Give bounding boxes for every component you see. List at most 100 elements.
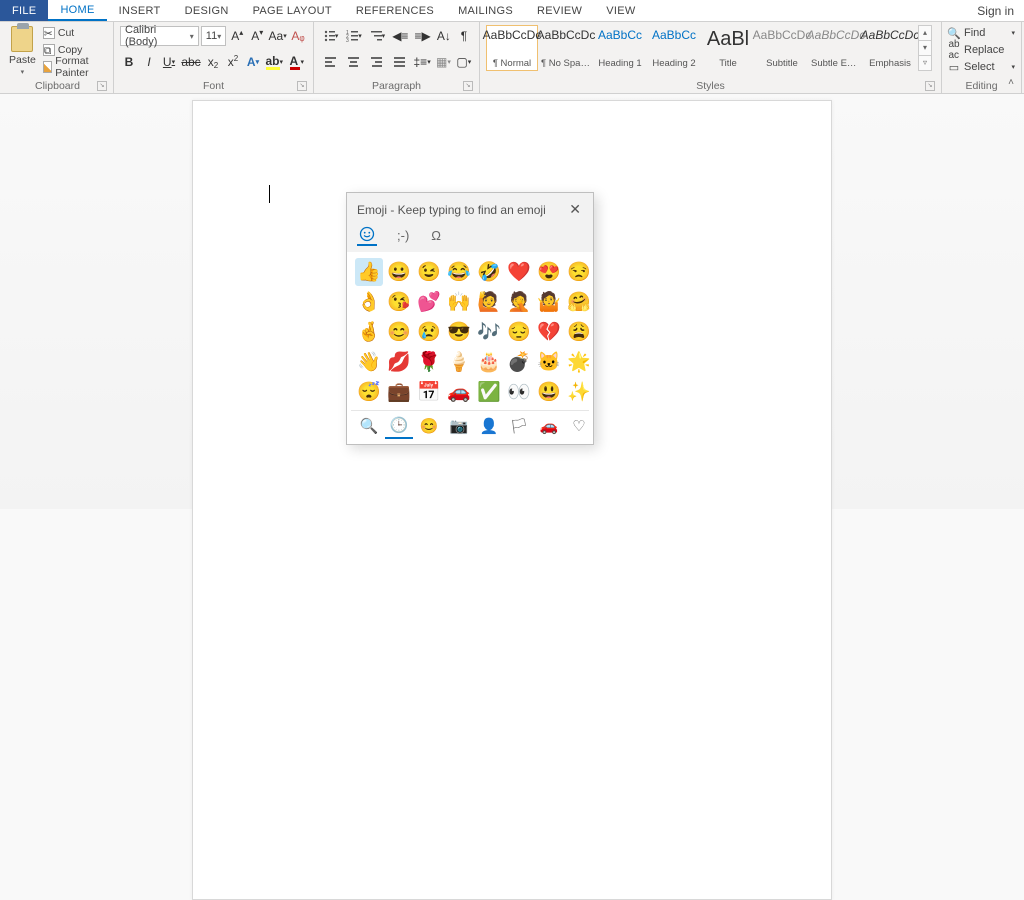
emoji-category[interactable]: 😊 xyxy=(415,413,443,439)
bullets-button[interactable]: ▾ xyxy=(320,26,341,46)
cut-button[interactable]: ✂ Cut xyxy=(43,25,107,41)
emoji-item[interactable]: 💔 xyxy=(535,318,563,346)
superscript-button[interactable]: x2 xyxy=(224,52,242,72)
format-painter-button[interactable]: Format Painter xyxy=(43,59,107,75)
emoji-item[interactable]: 😀 xyxy=(385,258,413,286)
style-item[interactable]: AaBbCcHeading 2 xyxy=(648,25,700,71)
emoji-item[interactable]: 👀 xyxy=(505,378,533,406)
tab-page-layout[interactable]: PAGE LAYOUT xyxy=(241,0,344,21)
styles-dialog-launcher[interactable]: ↘ xyxy=(925,81,935,91)
italic-button[interactable]: I xyxy=(140,52,158,72)
emoji-item[interactable]: 😩 xyxy=(565,318,593,346)
align-right[interactable] xyxy=(366,52,387,72)
emoji-item[interactable]: 🌟 xyxy=(565,348,593,376)
clipboard-dialog-launcher[interactable]: ↘ xyxy=(97,81,107,91)
line-spacing[interactable]: ‡≡▾ xyxy=(412,52,432,72)
emoji-item[interactable]: 😂 xyxy=(445,258,473,286)
emoji-category[interactable]: 👤 xyxy=(475,413,503,439)
align-center[interactable] xyxy=(343,52,364,72)
highlight-color[interactable]: ab▾ xyxy=(264,52,284,72)
emoji-tab-symbols[interactable]: Ω xyxy=(429,224,443,246)
emoji-item[interactable]: 😃 xyxy=(535,378,563,406)
underline-button[interactable]: U▾ xyxy=(160,52,178,72)
numbering-button[interactable]: 123▾ xyxy=(343,26,364,46)
text-effects[interactable]: A▾ xyxy=(244,52,262,72)
tab-design[interactable]: DESIGN xyxy=(173,0,241,21)
emoji-item[interactable]: ❤️ xyxy=(505,258,533,286)
close-icon[interactable]: ✕ xyxy=(565,199,585,220)
tab-file[interactable]: FILE xyxy=(0,0,48,21)
subscript-button[interactable]: x2 xyxy=(204,52,222,72)
emoji-item[interactable]: 🚗 xyxy=(445,378,473,406)
sign-in[interactable]: Sign in xyxy=(967,0,1024,21)
style-item[interactable]: AaBbCcDc¶ No Spac… xyxy=(540,25,592,71)
select-button[interactable]: ▭ Select ▾ xyxy=(948,59,1015,75)
emoji-item[interactable]: 😊 xyxy=(385,318,413,346)
emoji-item[interactable]: 🎂 xyxy=(475,348,503,376)
style-item[interactable]: AaBlTitle xyxy=(702,25,754,71)
style-item[interactable]: AaBbCcDc¶ Normal xyxy=(486,25,538,71)
emoji-item[interactable]: 😴 xyxy=(355,378,383,406)
emoji-category[interactable]: 🚗 xyxy=(535,413,563,439)
emoji-item[interactable]: 😉 xyxy=(415,258,443,286)
increase-indent[interactable]: ≡▶ xyxy=(412,26,432,46)
emoji-item[interactable]: 👋 xyxy=(355,348,383,376)
paste-button[interactable]: Paste ▾ xyxy=(8,25,37,77)
font-dialog-launcher[interactable]: ↘ xyxy=(297,81,307,91)
emoji-category[interactable]: ♡ xyxy=(565,413,593,439)
emoji-item[interactable]: 🌹 xyxy=(415,348,443,376)
emoji-item[interactable]: 🤦 xyxy=(505,288,533,316)
emoji-item[interactable]: 🐱 xyxy=(535,348,563,376)
tab-insert[interactable]: INSERT xyxy=(107,0,173,21)
sort-button[interactable]: A↓ xyxy=(435,26,453,46)
emoji-item[interactable]: 👌 xyxy=(355,288,383,316)
emoji-item[interactable]: 👍 xyxy=(355,258,383,286)
clear-formatting[interactable]: Aᵩ xyxy=(289,26,307,46)
emoji-item[interactable]: 🙋 xyxy=(475,288,503,316)
emoji-item[interactable]: 💋 xyxy=(385,348,413,376)
strikethrough-button[interactable]: abc xyxy=(180,52,202,72)
emoji-item[interactable]: 🤞 xyxy=(355,318,383,346)
emoji-item[interactable]: 🤣 xyxy=(475,258,503,286)
emoji-category[interactable]: 🔍 xyxy=(355,413,383,439)
emoji-item[interactable]: 🍦 xyxy=(445,348,473,376)
emoji-item[interactable]: 💕 xyxy=(415,288,443,316)
emoji-item[interactable]: 😔 xyxy=(505,318,533,346)
emoji-item[interactable]: 📅 xyxy=(415,378,443,406)
emoji-tab-kaomoji[interactable]: ;-) xyxy=(395,224,411,246)
font-name-combo[interactable]: Calibri (Body) ▾ xyxy=(120,26,199,46)
emoji-category[interactable]: 🕒 xyxy=(385,413,413,439)
emoji-item[interactable]: ✨ xyxy=(565,378,593,406)
tab-review[interactable]: REVIEW xyxy=(525,0,594,21)
tab-mailings[interactable]: MAILINGS xyxy=(446,0,525,21)
emoji-item[interactable]: ✅ xyxy=(475,378,503,406)
emoji-item[interactable]: 😘 xyxy=(385,288,413,316)
tab-view[interactable]: VIEW xyxy=(594,0,647,21)
decrease-indent[interactable]: ◀≡ xyxy=(390,26,410,46)
paragraph-dialog-launcher[interactable]: ↘ xyxy=(463,81,473,91)
tab-references[interactable]: REFERENCES xyxy=(344,0,446,21)
change-case[interactable]: Aa▾ xyxy=(268,26,287,46)
styles-scroll[interactable]: ▴▾▿ xyxy=(918,25,932,71)
emoji-item[interactable]: 😒 xyxy=(565,258,593,286)
emoji-item[interactable]: 🤗 xyxy=(565,288,593,316)
emoji-category[interactable]: 🏳 xyxy=(505,413,533,439)
decrease-font-size[interactable]: A▾ xyxy=(248,26,266,46)
show-marks-button[interactable]: ¶ xyxy=(455,26,473,46)
tab-home[interactable]: HOME xyxy=(48,0,106,21)
style-item[interactable]: AaBbCcDcEmphasis xyxy=(864,25,916,71)
emoji-item[interactable]: 💼 xyxy=(385,378,413,406)
bold-button[interactable]: B xyxy=(120,52,138,72)
borders-button[interactable]: ▢▾ xyxy=(455,52,473,72)
emoji-category[interactable]: 📷 xyxy=(445,413,473,439)
shading-button[interactable]: ▦▾ xyxy=(434,52,452,72)
increase-font-size[interactable]: A▴ xyxy=(228,26,246,46)
emoji-tab-emoji[interactable] xyxy=(357,224,377,246)
emoji-item[interactable]: 😢 xyxy=(415,318,443,346)
align-left[interactable] xyxy=(320,52,341,72)
style-item[interactable]: AaBbCcHeading 1 xyxy=(594,25,646,71)
emoji-item[interactable]: 💣 xyxy=(505,348,533,376)
multilevel-list-button[interactable]: ▾ xyxy=(367,26,388,46)
justify[interactable] xyxy=(389,52,410,72)
collapse-ribbon[interactable]: ˄ xyxy=(1004,75,1018,89)
